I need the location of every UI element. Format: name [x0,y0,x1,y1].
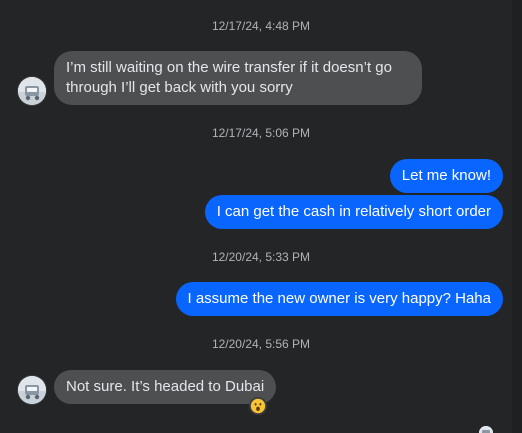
timestamp: 12/20/24, 5:33 PM [211,250,311,264]
incoming-message-bubble[interactable]: Not sure. It’s headed to Dubai [54,370,277,404]
contact-avatar[interactable] [18,376,46,404]
chat-thread: 12/17/24, 4:48 PM I’m still waiting on t… [0,0,522,433]
outgoing-message-bubble[interactable]: I can get the cash in relatively short o… [204,195,503,229]
read-receipt-avatar [479,426,493,433]
message-text: Not sure. It’s headed to Dubai [66,378,265,395]
outgoing-message-bubble[interactable]: Let me know! [389,159,503,193]
message-reaction[interactable] [249,397,267,415]
timestamp: 12/17/24, 5:06 PM [211,126,311,140]
avatar-photo-icon [479,426,493,433]
timestamp: 12/20/24, 5:56 PM [211,337,311,351]
message-text: Let me know! [401,167,491,184]
avatar-photo-icon [18,376,46,404]
message-text: I’m still waiting on the wire transfer i… [66,59,392,96]
contact-avatar[interactable] [18,77,46,105]
surprised-face-icon [250,398,266,414]
message-text: I assume the new owner is very happy? Ha… [187,290,492,307]
incoming-message-bubble[interactable]: I’m still waiting on the wire transfer i… [54,51,422,105]
message-text: I can get the cash in relatively short o… [216,203,491,220]
scrollbar-track[interactable] [512,0,522,433]
outgoing-message-bubble[interactable]: I assume the new owner is very happy? Ha… [175,282,503,316]
avatar-photo-icon [18,77,46,105]
timestamp: 12/17/24, 4:48 PM [211,19,311,33]
